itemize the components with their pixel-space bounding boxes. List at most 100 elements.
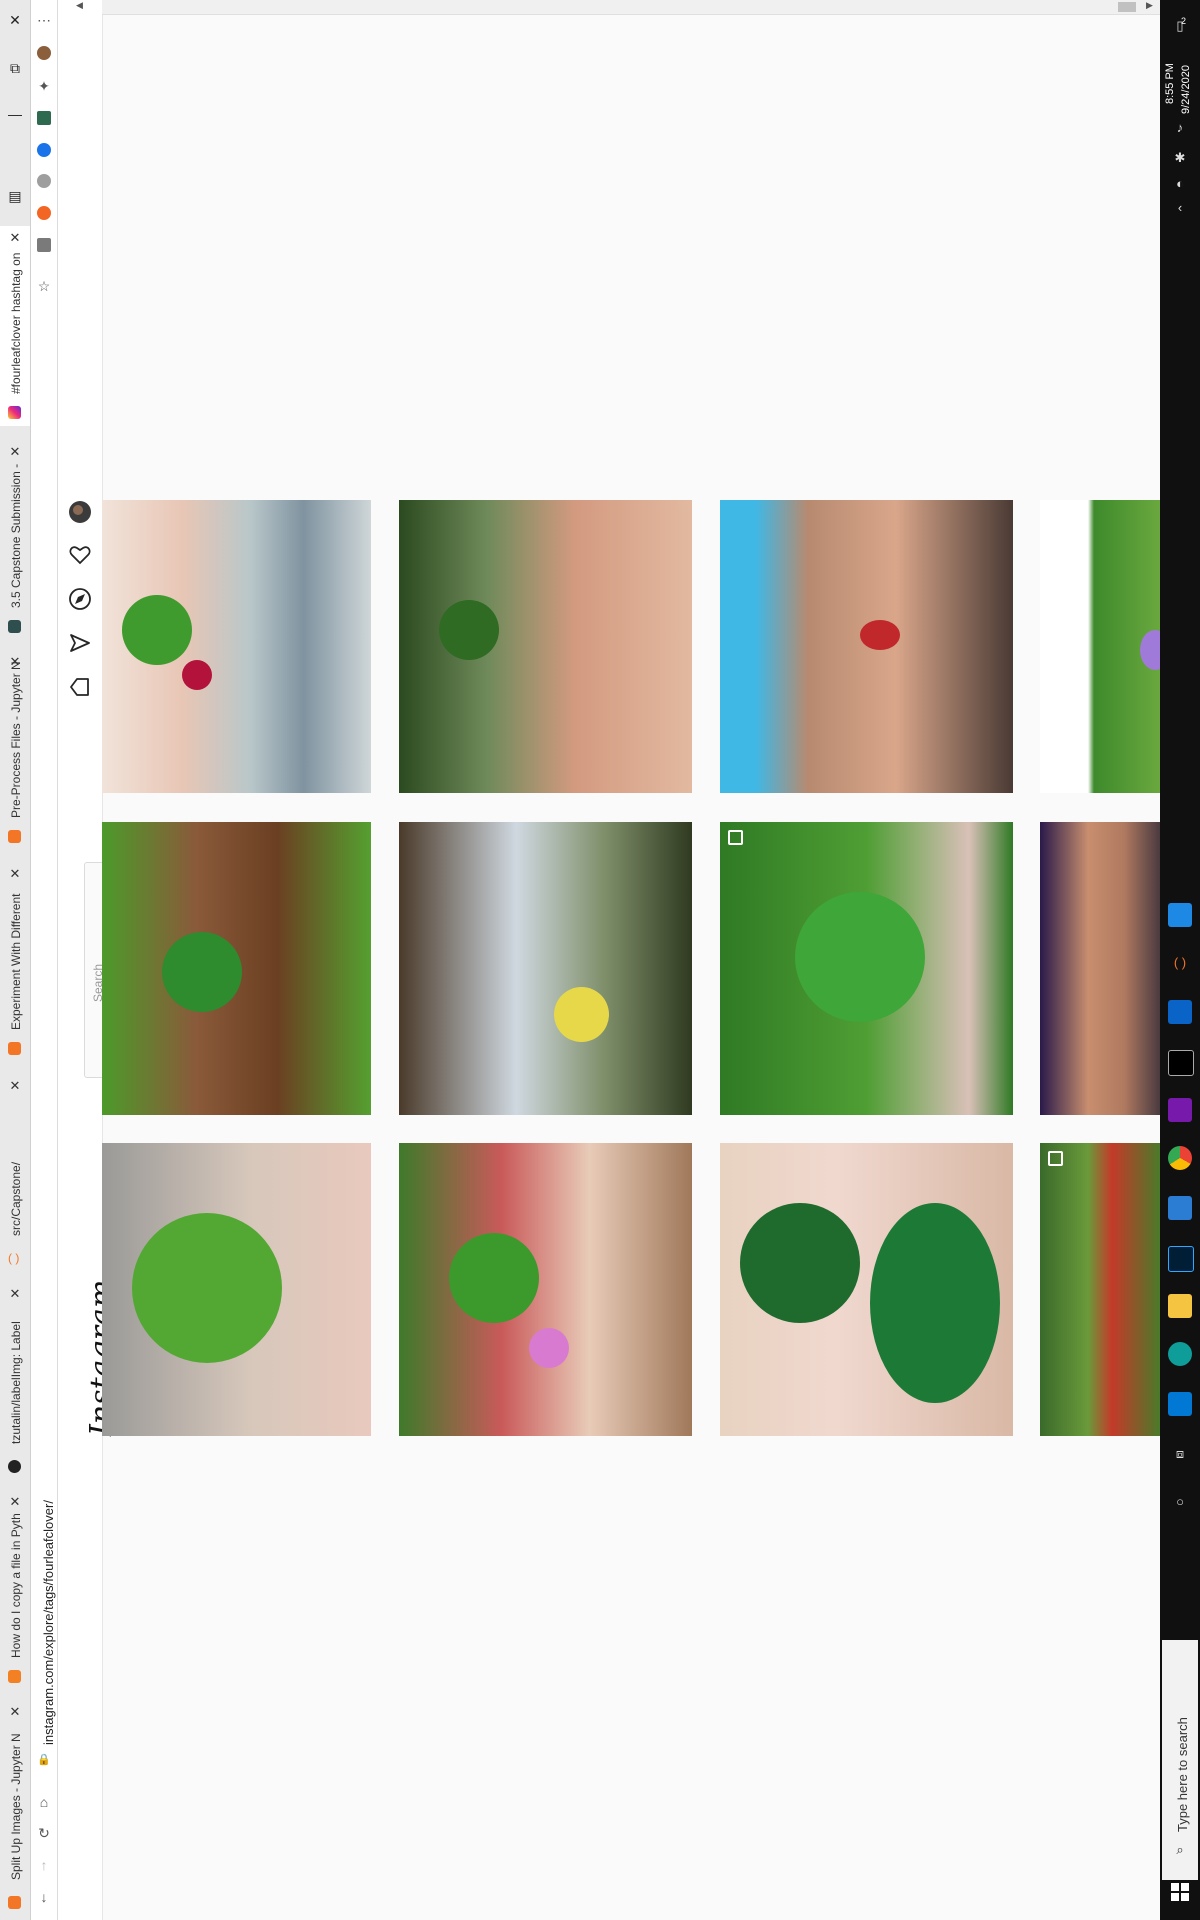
- close-tab-icon[interactable]: ✕: [9, 1078, 21, 1094]
- github-favicon-icon: [8, 1460, 21, 1473]
- home-icon[interactable]: [68, 675, 92, 699]
- tab-src-capstone[interactable]: ✕ src/Capstone/ ( ): [0, 1074, 30, 1274]
- tab-search-icon[interactable]: ▤: [6, 188, 24, 205]
- extension-icon[interactable]: [37, 238, 51, 252]
- notification-count: 2: [1181, 16, 1187, 26]
- tab-favicon-icon: [8, 620, 21, 633]
- folder-favicon-icon: ( ): [8, 1251, 20, 1265]
- multiple-posts-icon: [728, 830, 743, 845]
- close-tab-icon[interactable]: ✕: [9, 1704, 21, 1720]
- extension-icon[interactable]: [37, 143, 51, 157]
- clock-date[interactable]: 9/24/2020: [1180, 65, 1192, 114]
- back-arrow-icon[interactable]: ↓: [34, 1887, 54, 1907]
- tab-label: Pre-Process Files - Jupyter N: [9, 661, 23, 818]
- taskbar-app-store-icon[interactable]: [1168, 1392, 1192, 1416]
- browser-tab-strip: ✕ ⧉ — ▤ ✕ #fourleafclover hashtag on ✕ 3…: [0, 0, 31, 1920]
- clock-time[interactable]: 8:55 PM: [1164, 63, 1176, 104]
- scrollbar-thumb[interactable]: [1118, 2, 1136, 12]
- cortana-icon[interactable]: ○: [1170, 1494, 1190, 1509]
- close-window-button[interactable]: ✕: [6, 12, 24, 29]
- tab-label: Split Up Images - Jupyter N: [9, 1733, 23, 1880]
- tab-label: Experiment With Different: [9, 893, 23, 1031]
- scroll-left-arrow-icon[interactable]: ◀: [76, 0, 83, 11]
- close-tab-icon[interactable]: ✕: [9, 1286, 21, 1302]
- taskbar-app-onenote-icon[interactable]: [1168, 1098, 1192, 1122]
- extension-icon[interactable]: [37, 206, 51, 220]
- tab-labelimg[interactable]: ✕ tzutalin/labelImg: Label: [0, 1282, 30, 1482]
- post-thumbnail[interactable]: [1040, 1143, 1160, 1436]
- post-thumbnail[interactable]: [399, 822, 692, 1115]
- tab-label: src/Capstone/: [9, 1161, 23, 1236]
- taskbar-app-photoshop-icon[interactable]: [1168, 1246, 1194, 1272]
- volume-icon[interactable]: ♪: [1170, 120, 1190, 135]
- bookmark-star-icon[interactable]: ☆: [34, 276, 54, 296]
- taskbar-app-brackets-icon[interactable]: ( ): [1168, 951, 1192, 975]
- tab-preprocess-files[interactable]: ✕ Pre-Process Files - Jupyter N: [0, 650, 30, 850]
- post-thumbnail[interactable]: [720, 1143, 1013, 1436]
- tab-fourleafclover[interactable]: ✕ #fourleafclover hashtag on: [0, 226, 30, 426]
- instagram-nav: [58, 0, 114, 1920]
- post-thumbnail[interactable]: [399, 1143, 692, 1436]
- close-tab-icon[interactable]: ✕: [9, 1494, 21, 1510]
- tab-copy-file-python[interactable]: ✕ How do I copy a file in Pyth: [0, 1490, 30, 1690]
- jupyter-favicon-icon: [8, 1896, 21, 1909]
- extension-icon[interactable]: [37, 111, 51, 125]
- home-icon[interactable]: ⌂: [34, 1792, 54, 1812]
- tab-label: 3.5 Capstone Submission -: [9, 463, 23, 608]
- taskbar-app-chrome-icon[interactable]: [1168, 1146, 1192, 1170]
- tab-capstone-submission[interactable]: ✕ 3.5 Capstone Submission -: [0, 440, 30, 640]
- restore-window-button[interactable]: ⧉: [6, 60, 24, 77]
- jupyter-favicon-icon: [8, 1042, 21, 1055]
- taskbar-app-icon[interactable]: [1168, 903, 1192, 927]
- post-thumbnail[interactable]: [102, 500, 371, 793]
- post-thumbnail[interactable]: [102, 822, 371, 1115]
- scroll-right-arrow-icon[interactable]: ▶: [1146, 0, 1153, 11]
- taskbar-app-terminal-icon[interactable]: [1168, 1050, 1194, 1076]
- horizontal-scrollbar[interactable]: ◀ ▶: [76, 0, 1160, 15]
- tab-label: tzutalin/labelImg: Label: [9, 1321, 23, 1444]
- taskbar-app-edge-icon[interactable]: [1168, 1342, 1192, 1366]
- compass-icon[interactable]: [68, 587, 92, 611]
- taskbar-app-outlook-icon[interactable]: [1168, 1000, 1192, 1024]
- address-bar[interactable]: instagram.com/explore/tags/fourleafclove…: [41, 1500, 56, 1745]
- taskbar-search-placeholder: Type here to search: [1175, 1717, 1190, 1832]
- direct-message-icon[interactable]: [68, 631, 92, 655]
- taskbar-app-vscode-icon[interactable]: [1168, 1196, 1192, 1220]
- search-icon: ⌕: [1176, 1842, 1184, 1857]
- minimize-window-button[interactable]: —: [6, 106, 24, 122]
- stackoverflow-favicon-icon: [8, 1670, 21, 1683]
- post-thumbnail[interactable]: [399, 500, 692, 793]
- network-icon[interactable]: ✱: [1170, 150, 1190, 166]
- taskbar-app-file-explorer-icon[interactable]: [1168, 1294, 1192, 1318]
- tab-label: How do I copy a file in Pyth: [9, 1513, 23, 1658]
- show-hidden-icons-chevron-icon[interactable]: ‹: [1170, 200, 1190, 215]
- reload-icon[interactable]: ↻: [34, 1823, 54, 1843]
- heart-icon[interactable]: [68, 543, 92, 567]
- profile-avatar[interactable]: [37, 46, 51, 60]
- lock-icon: 🔒: [37, 1754, 51, 1766]
- close-tab-icon[interactable]: ✕: [9, 866, 21, 882]
- profile-avatar[interactable]: [68, 500, 92, 524]
- tab-experiment[interactable]: ✕ Experiment With Different: [0, 862, 30, 1062]
- multiple-posts-icon: [1048, 1151, 1063, 1166]
- browser-toolbar: ⋯ ✦ ☆ instagram.com/explore/tags/fourlea…: [31, 0, 58, 1920]
- extension-icon[interactable]: [37, 174, 51, 188]
- browser-menu-button[interactable]: ⋯: [34, 10, 54, 30]
- post-thumbnail[interactable]: [1040, 822, 1160, 1115]
- notifications-icon[interactable]: ▯: [1170, 18, 1190, 34]
- post-thumbnail[interactable]: [1040, 500, 1160, 793]
- post-thumbnail[interactable]: [720, 822, 1013, 1115]
- post-thumbnail[interactable]: [102, 1143, 371, 1436]
- close-tab-icon[interactable]: ✕: [9, 444, 21, 460]
- close-tab-icon[interactable]: ✕: [9, 230, 21, 246]
- instagram-favicon-icon: [8, 406, 21, 419]
- windows-start-icon[interactable]: [1170, 1882, 1190, 1902]
- tab-label: #fourleafclover hashtag on: [9, 252, 23, 394]
- tab-split-up-images[interactable]: ✕ Split Up Images - Jupyter N: [0, 1700, 30, 1920]
- extensions-puzzle-icon[interactable]: ✦: [34, 76, 54, 96]
- post-thumbnail[interactable]: [720, 500, 1013, 793]
- battery-icon[interactable]: ◐: [1170, 176, 1190, 191]
- forward-arrow-icon[interactable]: ↑: [34, 1855, 54, 1875]
- jupyter-favicon-icon: [8, 830, 21, 843]
- task-view-icon[interactable]: ⧈: [1170, 1446, 1190, 1462]
